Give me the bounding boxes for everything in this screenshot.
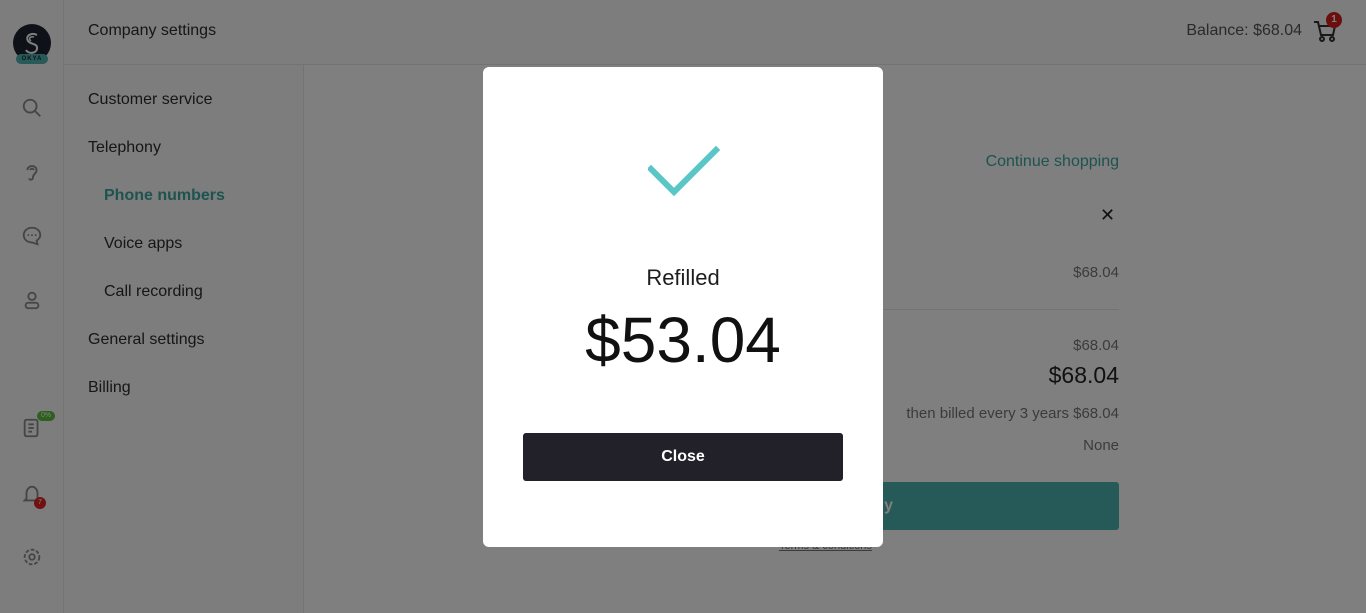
checkmark-icon [646,145,721,199]
refilled-amount: $53.04 [585,304,781,376]
refilled-label: Refilled [646,265,720,290]
refill-success-modal: Refilled $53.04 Close [483,67,883,547]
close-button[interactable]: Close [523,433,843,481]
